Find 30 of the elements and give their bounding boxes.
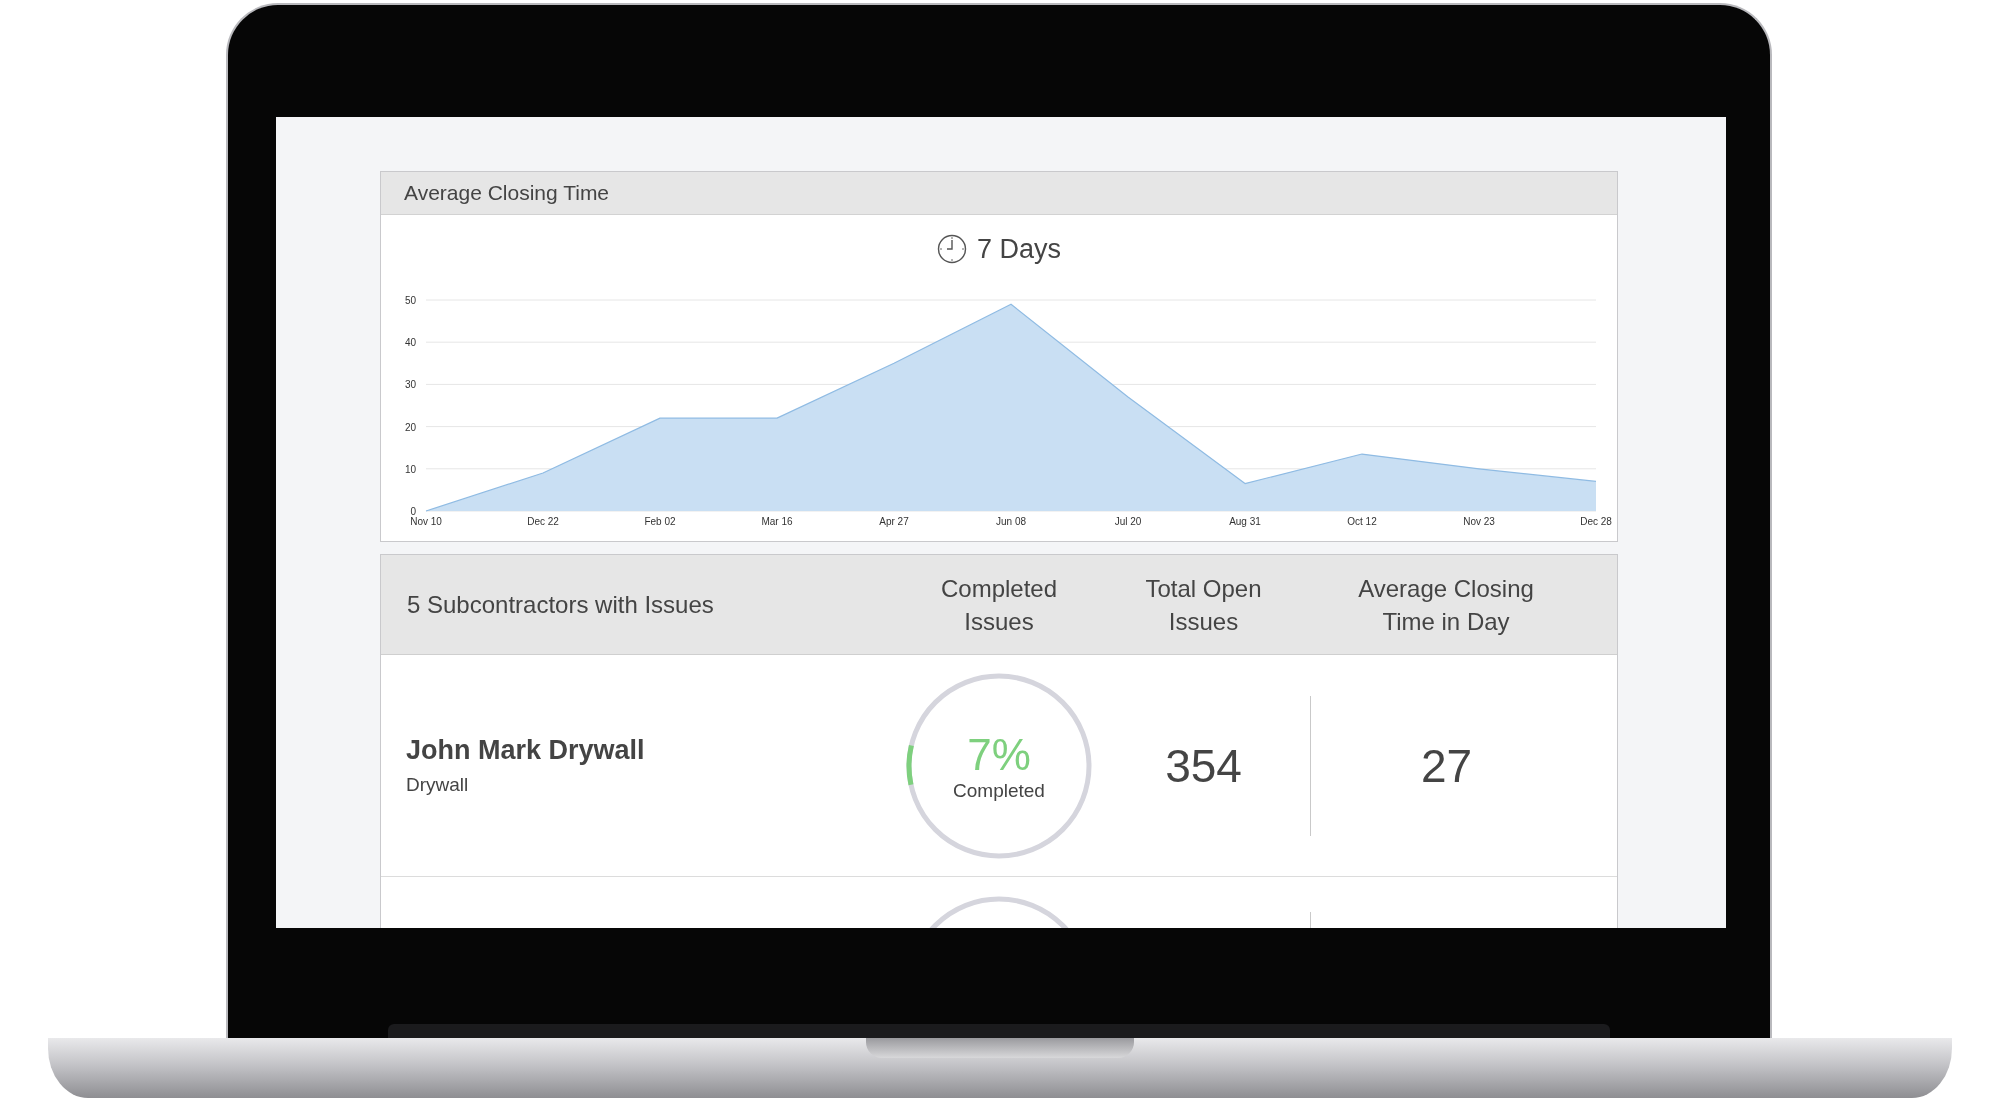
column-header: Total Open Issues — [1144, 573, 1263, 637]
axis-tick-label: Jul 20 — [1114, 516, 1142, 527]
axis-tick-label: 30 — [404, 379, 416, 391]
axis-tick-label: Nov 10 — [410, 516, 442, 527]
panel-title: Average Closing Time — [381, 172, 1617, 215]
progress-label: Completed — [953, 779, 1045, 802]
axis-tick-label: Mar 16 — [761, 516, 793, 527]
column-header: 5 Subcontractors with Issues — [406, 590, 715, 620]
axis-tick-label: Dec 28 — [1580, 516, 1612, 527]
axis-tick-label: Aug 31 — [1229, 516, 1261, 527]
axis-tick-label: Oct 12 — [1347, 516, 1377, 527]
axis-tick-label: 10 — [404, 463, 416, 475]
percent-value: 7% — [967, 729, 1031, 780]
axis-tick-label: Jun 08 — [996, 516, 1026, 527]
open-issues-count: 354 — [1164, 738, 1243, 793]
clock-icon — [936, 234, 967, 264]
summary-value: 7 Days — [976, 233, 1061, 265]
closing-time-value: 27 — [1420, 738, 1473, 793]
subcontractor-name: John Mark Drywall — [406, 735, 646, 766]
column-header: Completed Issues — [939, 573, 1059, 637]
trade-label: Drywall — [406, 774, 470, 796]
axis-tick-label: Apr 27 — [879, 516, 909, 527]
axis-tick-label: 50 — [404, 295, 416, 306]
axis-tick-label: Dec 22 — [527, 516, 559, 527]
axis-tick-label: 0 — [410, 506, 416, 517]
axis-tick-label: Feb 02 — [644, 516, 676, 527]
column-header: Average Closing Time in Day — [1357, 573, 1535, 637]
axis-tick-label: Nov 23 — [1463, 516, 1495, 527]
axis-tick-label: 20 — [404, 421, 416, 433]
axis-tick-label: 40 — [404, 337, 416, 349]
